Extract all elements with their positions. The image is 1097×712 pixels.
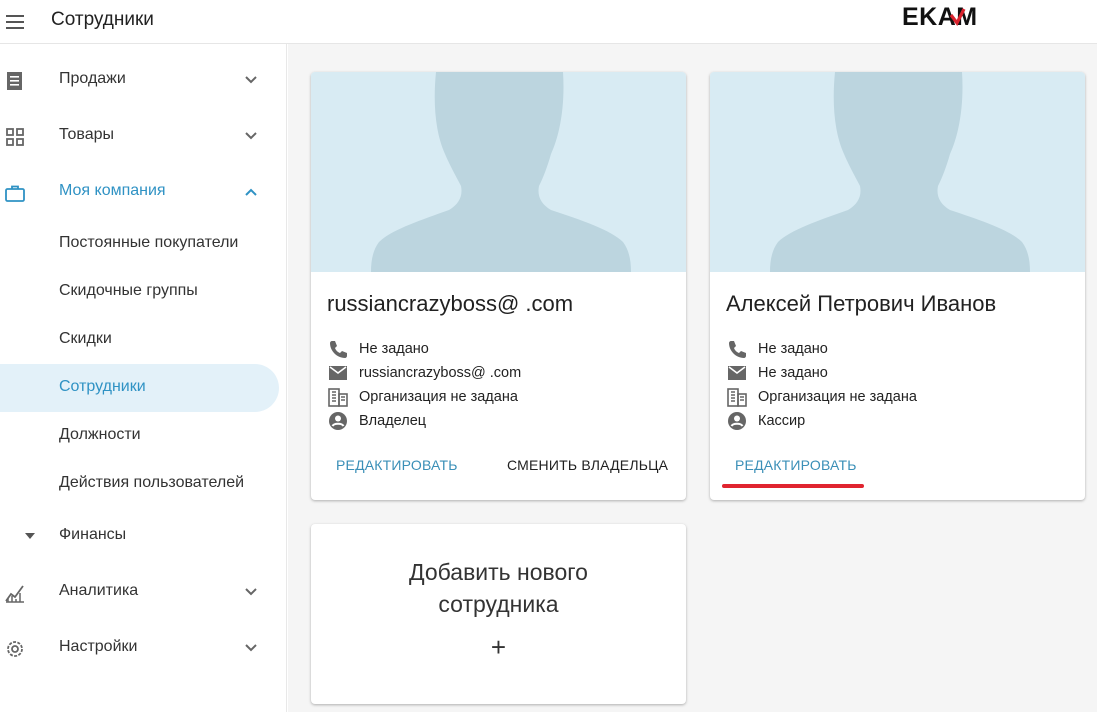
add-employee-title-line: сотрудника xyxy=(438,591,559,617)
sidebar-item-label: Настройки xyxy=(59,638,138,655)
employee-organization-row: Организация не задана xyxy=(726,386,1076,408)
sidebar-subitem-label: Скидочные группы xyxy=(59,282,198,299)
sidebar-item-label: Товары xyxy=(59,126,115,143)
chevron-down-icon xyxy=(245,132,257,140)
employee-email: russiancrazyboss@ .com xyxy=(359,365,522,381)
employee-role: Кассир xyxy=(758,413,806,429)
sidebar-item-products[interactable]: Товары xyxy=(0,112,287,160)
employee-name: Алексей Петрович Иванов xyxy=(726,291,997,316)
avatar xyxy=(710,72,1085,272)
sidebar-subitem-label: Сотрудники xyxy=(59,378,146,395)
app-root: Сотрудники EKAM Продажи Товары Моя компа… xyxy=(0,0,1097,712)
account-circle-icon xyxy=(728,412,746,430)
account-circle-icon xyxy=(329,412,347,430)
sidebar-item-label: Моя компания xyxy=(59,182,166,199)
edit-button[interactable]: РЕДАКТИРОВАТЬ xyxy=(735,457,857,473)
sidebar-subitem-positions[interactable]: Должности xyxy=(0,412,280,460)
avatar xyxy=(311,72,686,272)
avatar-silhouette-icon xyxy=(371,72,631,272)
svg-text:EKAM: EKAM xyxy=(902,3,978,29)
employee-email: Не задано xyxy=(758,365,828,381)
ekam-logo: EKAM xyxy=(902,3,978,29)
employee-phone: Не задано xyxy=(758,341,828,357)
sidebar-subitem-label: Скидки xyxy=(59,330,112,347)
sidebar-item-my-company[interactable]: Моя компания xyxy=(0,168,287,216)
sidebar-subitem-discounts[interactable]: Скидки xyxy=(0,316,280,364)
add-employee-title: Добавить нового сотрудника xyxy=(311,556,686,620)
sidebar-item-label: Аналитика xyxy=(59,582,139,599)
avatar-silhouette-icon xyxy=(770,72,1030,272)
employee-phone-row: Не задано xyxy=(726,338,1076,360)
sidebar-item-settings[interactable]: Настройки xyxy=(0,624,287,672)
phone-icon xyxy=(729,341,746,358)
employee-email-row: Не задано xyxy=(726,362,1076,384)
change-owner-button[interactable]: СМЕНИТЬ ВЛАДЕЛЬЦА xyxy=(507,457,668,473)
main-content: russiancrazyboss@ .com Не задано russian… xyxy=(288,44,1097,712)
employee-phone-row: Не задано xyxy=(327,338,677,360)
highlight-underline xyxy=(722,484,864,488)
email-icon xyxy=(728,366,746,380)
sidebar-subitem-label: Должности xyxy=(59,426,141,443)
employee-organization: Организация не задана xyxy=(359,389,518,405)
employee-card: russiancrazyboss@ .com Не задано russian… xyxy=(311,72,686,500)
grid-icon xyxy=(6,128,24,146)
employee-role: Владелец xyxy=(359,413,427,429)
sidebar-subitem-regular-customers[interactable]: Постоянные покупатели xyxy=(0,220,280,268)
add-employee-card[interactable]: Добавить нового сотрудника + xyxy=(311,524,686,704)
sidebar-item-label: Продажи xyxy=(59,70,126,87)
employee-email-row: russiancrazyboss@ .com xyxy=(327,362,677,384)
edit-button[interactable]: РЕДАКТИРОВАТЬ xyxy=(336,457,458,473)
employee-name: russiancrazyboss@ .com xyxy=(327,291,574,316)
sidebar-item-analytics[interactable]: Аналитика xyxy=(0,568,287,616)
plus-icon: + xyxy=(490,632,507,662)
sidebar-subitem-label: Постоянные покупатели xyxy=(59,234,239,251)
employee-organization: Организация не задана xyxy=(758,389,917,405)
employee-card: Алексей Петрович Иванов Не задано Не зад… xyxy=(710,72,1085,500)
sidebar-subitem-label: Действия пользователей xyxy=(59,474,245,491)
chart-icon xyxy=(5,585,24,603)
receipt-icon xyxy=(7,72,22,90)
sidebar-subitem-employees[interactable]: Сотрудники xyxy=(0,364,279,412)
sidebar-subitem-discount-groups[interactable]: Скидочные группы xyxy=(0,268,280,316)
employee-organization-row: Организация не задана xyxy=(327,386,677,408)
email-icon xyxy=(329,366,347,380)
employee-role-row: Кассир xyxy=(726,410,1076,432)
chevron-down-icon xyxy=(245,76,257,84)
chevron-up-icon xyxy=(245,188,257,196)
building-icon xyxy=(727,388,747,407)
sidebar-item-sales[interactable]: Продажи xyxy=(0,56,287,104)
sidebar-subitem-user-actions[interactable]: Действия пользователей xyxy=(0,460,280,508)
add-employee-title-line: Добавить нового xyxy=(409,559,588,585)
gear-icon xyxy=(7,641,23,657)
employee-phone: Не задано xyxy=(359,341,429,357)
chevron-down-icon xyxy=(245,644,257,652)
sidebar-item-finance[interactable]: Финансы xyxy=(0,512,287,560)
page-title: Сотрудники xyxy=(51,9,154,30)
chevron-down-icon xyxy=(245,588,257,596)
sidebar-item-label: Финансы xyxy=(59,526,127,543)
hamburger-menu-icon[interactable] xyxy=(6,11,28,33)
sidebar: Продажи Товары Моя компания Постоянные п… xyxy=(0,44,287,712)
briefcase-icon xyxy=(5,185,25,202)
caret-down-icon xyxy=(25,533,35,539)
building-icon xyxy=(328,388,348,407)
employee-role-row: Владелец xyxy=(327,410,677,432)
phone-icon xyxy=(330,341,347,358)
top-bar: Сотрудники EKAM xyxy=(0,0,1097,44)
